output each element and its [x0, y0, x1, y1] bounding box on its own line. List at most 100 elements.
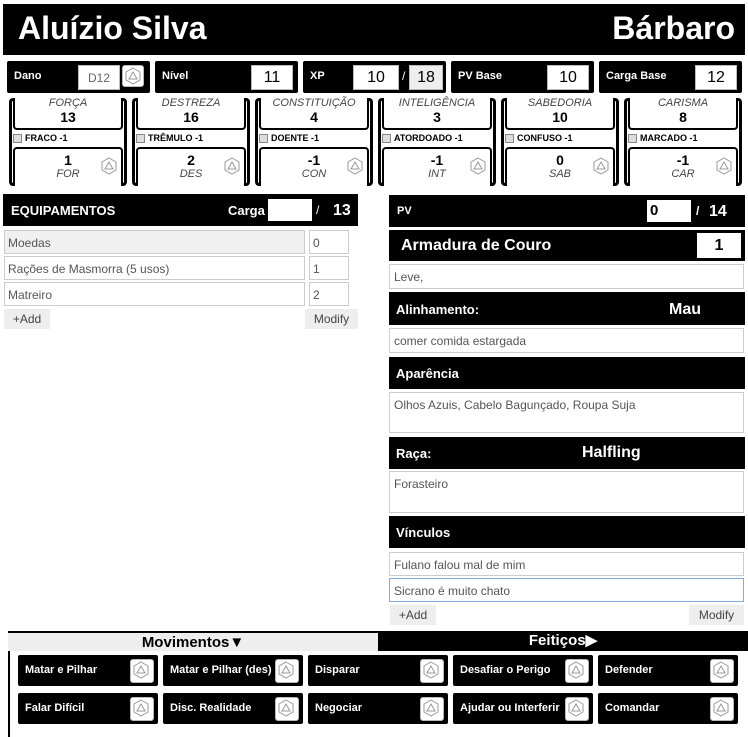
- bonds-add-button[interactable]: +Add: [390, 605, 436, 625]
- character-header: Aluízio Silva Bárbaro: [3, 4, 745, 55]
- attribute-score-box[interactable]: CARISMA 8: [628, 98, 738, 130]
- xp-label: XP: [310, 70, 325, 82]
- armor-notes[interactable]: Leve,: [389, 264, 744, 289]
- equipment-add-button[interactable]: +Add: [4, 309, 50, 329]
- attribute-modifier-box: -1 INT: [382, 147, 492, 185]
- equipment-item-name[interactable]: Rações de Masmorra (5 usos): [4, 256, 305, 280]
- move-button[interactable]: Matar e Pilhar (des): [163, 655, 303, 686]
- bond-item[interactable]: Fulano falou mal de mim: [389, 552, 744, 576]
- armor-name[interactable]: Armadura de Couro: [401, 237, 551, 255]
- character-name[interactable]: Aluízio Silva: [18, 10, 206, 47]
- d20-dice-icon[interactable]: [591, 156, 613, 178]
- appearance-text[interactable]: Olhos Azuis, Cabelo Bagunçado, Roupa Suj…: [389, 392, 744, 433]
- equipment-item-name[interactable]: Matreiro: [4, 282, 305, 306]
- attribute-score[interactable]: 8: [630, 109, 736, 126]
- load-base-box: Carga Base 12: [599, 61, 742, 93]
- load-max: 13: [333, 202, 351, 219]
- checkbox-icon[interactable]: [505, 133, 514, 143]
- hp-base-value[interactable]: 10: [547, 65, 589, 90]
- move-button[interactable]: Defender: [598, 655, 738, 686]
- checkbox-icon[interactable]: [382, 133, 391, 143]
- bond-item[interactable]: Sicrano é muito chato: [389, 578, 744, 602]
- load-input[interactable]: [268, 199, 312, 221]
- move-button[interactable]: Negociar: [308, 693, 448, 724]
- equipment-item-qty[interactable]: 0: [309, 230, 349, 254]
- d20-dice-icon[interactable]: [714, 156, 736, 178]
- attribute-score-box[interactable]: DESTREZA 16: [136, 98, 246, 130]
- d20-dice-icon[interactable]: [565, 659, 589, 683]
- attribute-score-box[interactable]: INTELIGÊNCIA 3: [382, 98, 492, 130]
- d20-dice-icon[interactable]: [99, 156, 121, 178]
- d20-dice-icon[interactable]: [275, 697, 299, 721]
- attribute-score[interactable]: 10: [507, 109, 613, 126]
- alignment-value[interactable]: Mau: [669, 301, 701, 319]
- d20-dice-icon[interactable]: [222, 156, 244, 178]
- d20-dice-icon[interactable]: [130, 659, 154, 683]
- debility-toggle[interactable]: MARCADO -1: [628, 133, 698, 143]
- move-button[interactable]: Matar e Pilhar: [18, 655, 158, 686]
- race-text[interactable]: Forasteiro: [389, 471, 744, 513]
- debility-toggle[interactable]: FRACO -1: [13, 133, 68, 143]
- debility-toggle[interactable]: TRÊMULO -1: [136, 133, 203, 143]
- d20-dice-icon[interactable]: [275, 659, 299, 683]
- debility-toggle[interactable]: CONFUSO -1: [505, 133, 573, 143]
- character-class[interactable]: Bárbaro: [612, 10, 735, 47]
- appearance-header: Aparência: [389, 357, 745, 389]
- d20-dice-icon[interactable]: [468, 156, 490, 178]
- d20-dice-icon[interactable]: [130, 697, 154, 721]
- move-button[interactable]: Ajudar ou Interferir: [453, 693, 593, 724]
- attribute-score[interactable]: 4: [261, 109, 367, 126]
- hp-base-box: PV Base 10: [451, 61, 594, 93]
- alignment-text[interactable]: comer comida estargada: [389, 328, 744, 353]
- d20-dice-icon[interactable]: [122, 65, 144, 87]
- attribute-block: CONSTITUIÇÃO 4 DOENTE -1 -1 CON: [255, 98, 373, 186]
- equipment-item-qty[interactable]: 2: [309, 282, 349, 306]
- xp-separator: /: [402, 69, 406, 83]
- attribute-score[interactable]: 13: [15, 109, 121, 126]
- race-label: Raça:: [396, 446, 432, 461]
- move-button[interactable]: Disc. Realidade: [163, 693, 303, 724]
- move-label: Defender: [605, 664, 653, 676]
- attribute-name: FORÇA: [48, 97, 88, 109]
- alignment-header: Alinhamento: Mau: [389, 292, 745, 325]
- damage-value[interactable]: D12: [78, 65, 120, 90]
- alignment-label: Alinhamento:: [396, 302, 480, 317]
- attribute-score-box[interactable]: SABEDORIA 10: [505, 98, 615, 130]
- d20-dice-icon[interactable]: [710, 697, 734, 721]
- tab-spells[interactable]: Feitiços▶: [378, 631, 748, 651]
- load-separator: /: [316, 203, 320, 217]
- armor-value[interactable]: 1: [697, 233, 741, 258]
- attribute-score-box[interactable]: CONSTITUIÇÃO 4: [259, 98, 369, 130]
- attribute-score[interactable]: 3: [384, 109, 490, 126]
- move-button[interactable]: Comandar: [598, 693, 738, 724]
- race-value[interactable]: Halfling: [582, 444, 641, 462]
- hp-max: 14: [709, 203, 727, 220]
- checkbox-icon[interactable]: [259, 133, 268, 143]
- d20-dice-icon[interactable]: [345, 156, 367, 178]
- damage-box: Dano D12: [7, 61, 150, 93]
- move-button[interactable]: Disparar: [308, 655, 448, 686]
- d20-dice-icon[interactable]: [420, 697, 444, 721]
- hp-input[interactable]: 0: [647, 200, 691, 222]
- equipment-item-name[interactable]: Moedas: [4, 230, 305, 254]
- move-button[interactable]: Falar Difícil: [18, 693, 158, 724]
- checkbox-icon[interactable]: [13, 133, 22, 143]
- level-value[interactable]: 11: [251, 65, 293, 90]
- debility-toggle[interactable]: DOENTE -1: [259, 133, 319, 143]
- move-button[interactable]: Desafiar o Perigo: [453, 655, 593, 686]
- load-base-value[interactable]: 12: [695, 65, 737, 90]
- d20-dice-icon[interactable]: [565, 697, 589, 721]
- bonds-modify-button[interactable]: Modify: [689, 605, 744, 625]
- checkbox-icon[interactable]: [628, 133, 637, 143]
- attribute-block: SABEDORIA 10 CONFUSO -1 0 SAB: [501, 98, 619, 186]
- tab-moves[interactable]: Movimentos▼: [8, 631, 378, 651]
- equipment-modify-button[interactable]: Modify: [305, 309, 358, 329]
- debility-toggle[interactable]: ATORDOADO -1: [382, 133, 463, 143]
- checkbox-icon[interactable]: [136, 133, 145, 143]
- xp-value[interactable]: 10: [353, 65, 399, 90]
- d20-dice-icon[interactable]: [710, 659, 734, 683]
- attribute-score-box[interactable]: FORÇA 13: [13, 98, 123, 130]
- equipment-item-qty[interactable]: 1: [309, 256, 349, 280]
- attribute-score[interactable]: 16: [138, 109, 244, 126]
- d20-dice-icon[interactable]: [420, 659, 444, 683]
